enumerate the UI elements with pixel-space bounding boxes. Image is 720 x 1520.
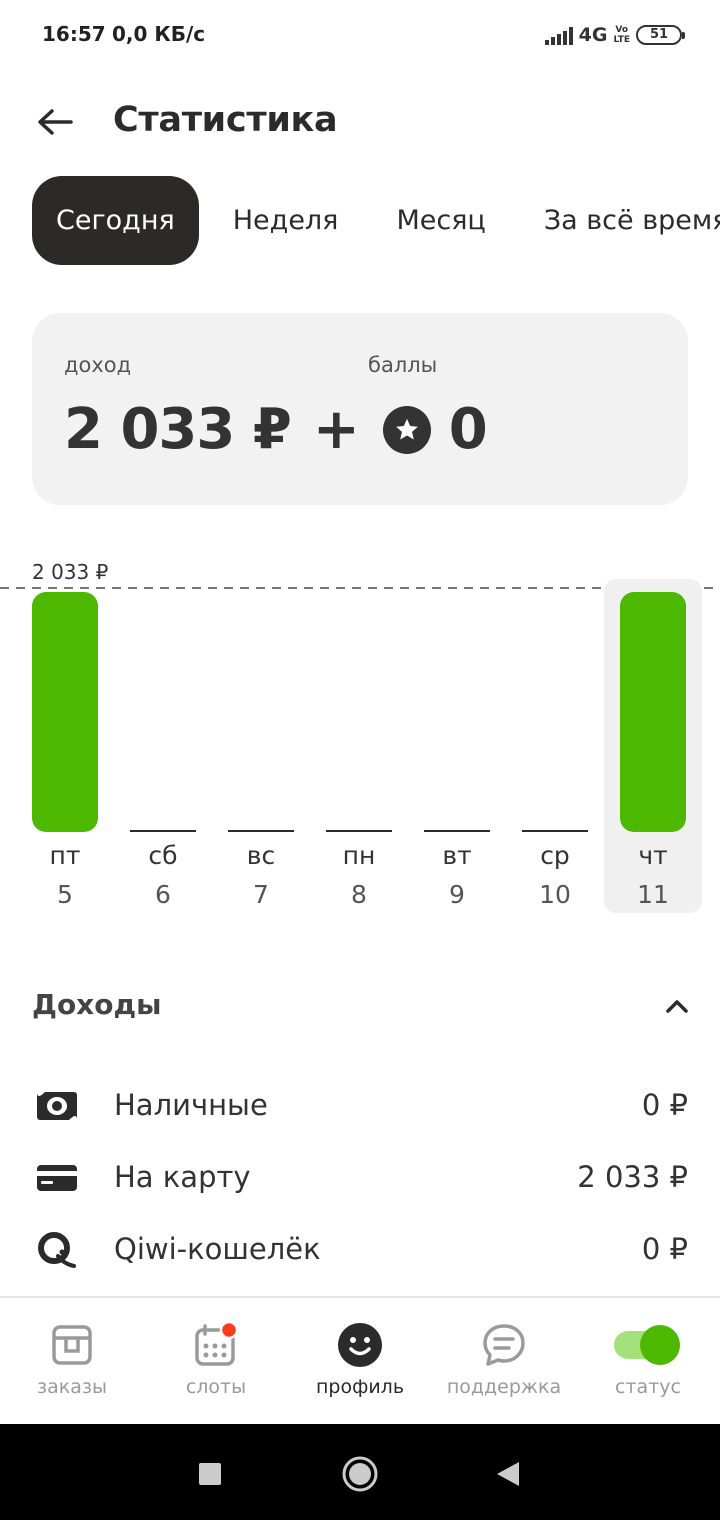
period-tabs: Сегодня Неделя Месяц За всё время	[32, 176, 720, 265]
nav-support[interactable]: поддержка	[432, 1320, 576, 1410]
triangle-back-icon	[497, 1462, 519, 1486]
square-icon	[199, 1463, 221, 1485]
chart-date-label-5: 10	[539, 880, 571, 909]
chart-date-label-3: 8	[351, 880, 367, 909]
income-amount-cash: 0 ₽	[641, 1088, 688, 1122]
chart-day-label-0: пт	[50, 841, 81, 870]
tab-week[interactable]: Неделя	[209, 176, 363, 265]
back-button[interactable]	[30, 100, 80, 144]
nav-label-status: статус	[615, 1376, 681, 1398]
nav-orders[interactable]: заказы	[0, 1320, 144, 1410]
chart-max-label: 2 033 ₽	[32, 560, 109, 584]
daily-income-chart: 2 033 ₽ пт 5 сб 6 вс 7 пн 8 вт 9 ср 10 чт 11	[0, 560, 720, 913]
android-nav-bar	[0, 1424, 720, 1520]
chart-day-label-2: вс	[247, 841, 275, 870]
chart-day-label-6: чт	[638, 841, 667, 870]
income-label-cash: Наличные	[114, 1088, 268, 1122]
chart-day-label-5: ср	[540, 841, 570, 870]
status-time: 16:57	[42, 22, 106, 46]
collapse-button[interactable]	[660, 990, 694, 1022]
chart-bars: пт 5 сб 6 вс 7 пн 8 вт 9 ср 10 чт 11	[32, 579, 702, 913]
nav-label-profile: профиль	[315, 1376, 405, 1398]
chart-date-label-4: 9	[449, 880, 465, 909]
nav-label-orders: заказы	[37, 1376, 107, 1398]
income-amount-card: 2 033 ₽	[577, 1160, 688, 1194]
calendar-icon	[195, 1322, 239, 1366]
chart-date-label-1: 6	[155, 880, 171, 909]
network-type: 4G	[578, 24, 608, 46]
points-label: баллы	[368, 353, 438, 377]
chart-day-label-4: вт	[442, 841, 471, 870]
status-speed: 0,0 КБ/с	[112, 22, 206, 46]
income-label-card: На карту	[114, 1160, 251, 1194]
arrow-left-icon	[38, 109, 73, 135]
cash-icon	[36, 1088, 78, 1124]
nav-status[interactable]: статус	[576, 1320, 720, 1410]
income-value: 2 033 ₽	[64, 397, 292, 462]
chart-day-label-3: пн	[343, 841, 376, 870]
toggle-icon[interactable]	[612, 1322, 684, 1368]
incomes-title: Доходы	[32, 988, 162, 1021]
home-button[interactable]	[340, 1454, 380, 1494]
chart-day-label-1: сб	[148, 841, 177, 870]
chart-date-label-6: 11	[637, 880, 669, 909]
circle-icon	[342, 1456, 378, 1492]
plus-sign: +	[312, 397, 360, 462]
volte-bottom: LTE	[613, 35, 630, 45]
income-label: доход	[64, 353, 132, 377]
summary-values: 2 033 ₽ + 0	[64, 397, 488, 462]
nav-label-slots: слоты	[185, 1376, 247, 1398]
page-title: Статистика	[113, 100, 338, 140]
qiwi-icon	[36, 1232, 78, 1268]
income-amount-qiwi: 0 ₽	[641, 1232, 688, 1266]
recent-apps-button[interactable]	[190, 1454, 230, 1494]
volte-top: Vo	[615, 25, 629, 35]
summary-card: доход баллы 2 033 ₽ + 0	[32, 313, 688, 505]
tab-month[interactable]: Месяц	[372, 176, 509, 265]
nav-label-support: поддержка	[446, 1376, 562, 1398]
volte-icon: Vo LTE	[613, 25, 630, 45]
bottom-nav: заказы слоты профиль поддержка статус	[0, 1296, 720, 1424]
smiley-icon	[338, 1323, 382, 1367]
signal-icon	[544, 25, 573, 45]
battery-icon: 51	[636, 25, 685, 45]
notification-badge	[219, 1322, 239, 1340]
chart-bar-6[interactable]	[620, 592, 686, 832]
income-row-cash: Наличные 0 ₽	[0, 1076, 720, 1136]
income-row-qiwi: Qiwi-кошелёк 0 ₽	[0, 1220, 720, 1280]
chart-date-label-2: 7	[253, 880, 269, 909]
card-icon	[36, 1160, 78, 1196]
system-back-button[interactable]	[488, 1454, 528, 1494]
tab-all-time[interactable]: За всё время	[520, 176, 720, 265]
chat-bubble-icon	[483, 1324, 525, 1366]
points-value: 0	[448, 397, 488, 462]
chart-date-label-0: 5	[57, 880, 73, 909]
tab-today[interactable]: Сегодня	[32, 176, 199, 265]
nav-profile[interactable]: профиль	[288, 1320, 432, 1410]
nav-slots[interactable]: слоты	[144, 1320, 288, 1410]
income-label-qiwi: Qiwi-кошелёк	[114, 1232, 321, 1266]
orders-box-icon	[52, 1325, 92, 1365]
star-icon	[382, 405, 431, 454]
chart-bar-0[interactable]	[32, 592, 98, 832]
status-bar: 16:57 0,0 КБ/с 4G Vo LTE 51	[0, 0, 720, 70]
income-row-card: На карту 2 033 ₽	[0, 1148, 720, 1208]
chevron-up-icon	[666, 1000, 688, 1013]
